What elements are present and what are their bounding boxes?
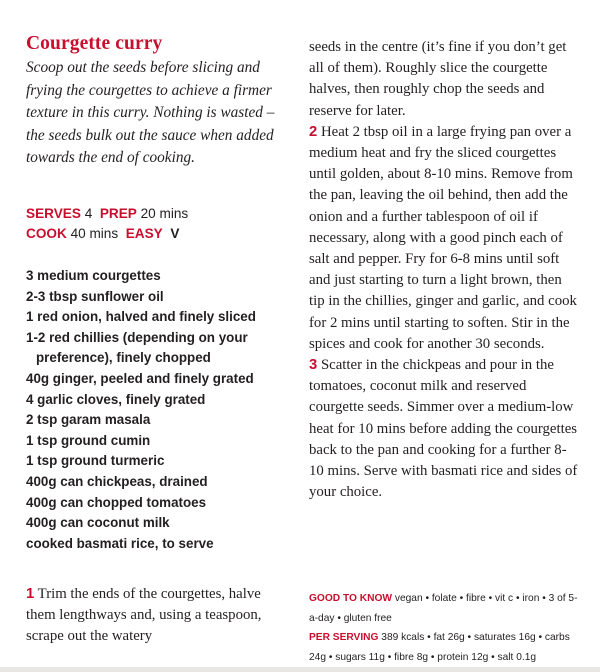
good-to-know-label: GOOD TO KNOW <box>309 593 393 604</box>
per-serving: PER SERVING 389 kcals • fat 26g • satura… <box>309 628 581 667</box>
ingredient-item: 1-2 red chillies (depending on your pref… <box>26 329 248 366</box>
ingredient-item: 1 tsp ground cumin <box>26 432 151 448</box>
method-step-1: 1 Trim the ends of the courgettes, halve… <box>26 584 288 648</box>
ingredient-item: cooked basmati rice, to serve <box>26 535 214 551</box>
ingredient-item: 2-3 tbsp sunflower oil <box>26 288 164 304</box>
per-serving-label: PER SERVING <box>309 632 379 644</box>
step-text: Heat 2 tbsp oil in a large frying pan ov… <box>309 123 577 352</box>
recipe-meta-line-2: COOK 40 mins EASY V <box>26 224 296 244</box>
cook-value: 40 mins <box>70 226 119 241</box>
method-step-3: 3 Scatter in the chickpeas and pour in t… <box>309 355 581 503</box>
recipe-meta-line-1: SERVES 4 PREP 20 mins <box>26 204 296 224</box>
ingredient-item: 1 red onion, halved and finely sliced <box>26 309 256 325</box>
ingredient-item: 3 medium courgettes <box>26 268 161 283</box>
ingredient-item: 40g ginger, peeled and finely grated <box>26 370 254 386</box>
vegan-mark: V <box>170 226 180 241</box>
method-step-2: 2 Heat 2 tbsp oil in a large frying pan … <box>309 122 581 355</box>
method-step-1-continued: seeds in the centre (it’s fine if you do… <box>309 37 581 122</box>
ingredients-list: 3 medium courgettes 2-3 tbsp sunflower o… <box>26 266 294 554</box>
step-number: 2 <box>309 123 318 140</box>
ingredient-item: 2 tsp garam masala <box>26 412 151 428</box>
step-text: Scatter in the chickpeas and pour in the… <box>309 357 578 501</box>
serves-value: 4 <box>84 206 93 221</box>
prep-label: PREP <box>99 206 137 221</box>
good-to-know: GOOD TO KNOW vegan • folate • fibre • vi… <box>309 589 581 628</box>
easy-label: EASY <box>125 226 163 241</box>
method-continued: seeds in the centre (it’s fine if you do… <box>309 37 581 503</box>
recipe-intro: Scoop out the seeds before slicing and f… <box>26 59 275 166</box>
prep-value: 20 mins <box>140 206 189 221</box>
step-number: 3 <box>309 357 318 374</box>
nutrition-info: GOOD TO KNOW vegan • folate • fibre • vi… <box>309 589 581 667</box>
ingredient-item: 400g can coconut milk <box>26 515 170 531</box>
cook-label: COOK <box>26 226 67 241</box>
page-bottom-divider <box>0 667 600 672</box>
ingredient-item: 4 garlic cloves, finely grated <box>26 391 206 407</box>
step-number: 1 <box>26 586 35 602</box>
step-text: seeds in the centre (it’s fine if you do… <box>309 39 567 119</box>
ingredient-item: 400g can chickpeas, drained <box>26 473 208 489</box>
serves-label: SERVES <box>26 206 81 221</box>
ingredient-item: 400g can chopped tomatoes <box>26 494 207 510</box>
recipe-title: Courgette curry <box>26 33 163 54</box>
ingredient-item: 1 tsp ground turmeric <box>26 453 165 469</box>
step-text: Trim the ends of the courgettes, halve t… <box>26 586 262 645</box>
